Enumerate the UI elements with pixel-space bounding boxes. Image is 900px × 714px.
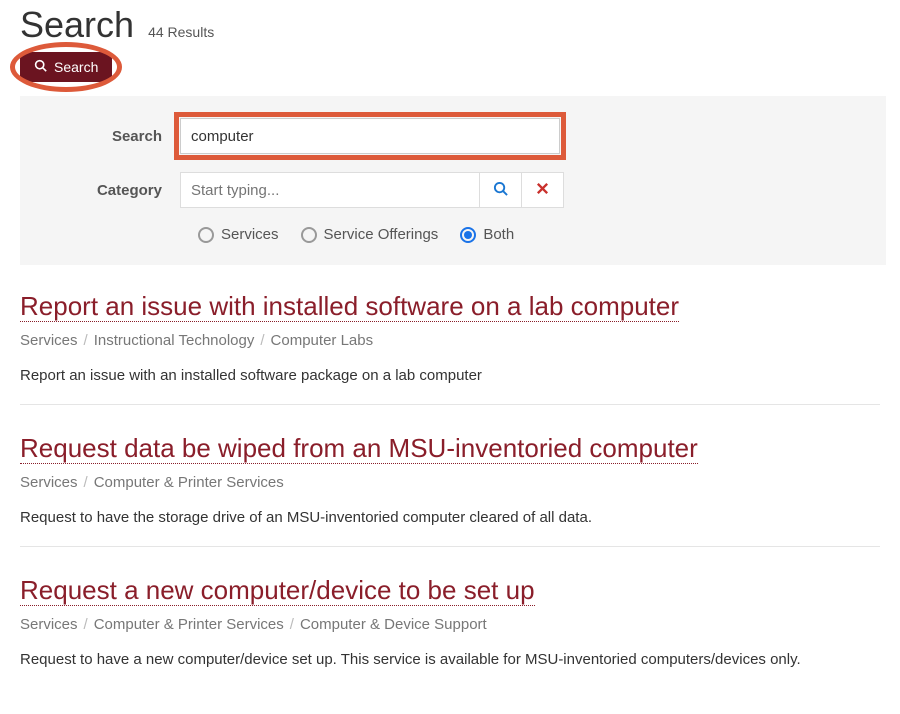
breadcrumb-link[interactable]: Services bbox=[20, 474, 78, 491]
category-clear-button[interactable] bbox=[522, 172, 564, 208]
breadcrumb-link[interactable]: Computer & Printer Services bbox=[94, 474, 284, 491]
radio-service-offerings[interactable]: Service Offerings bbox=[301, 226, 439, 243]
radio-offerings-label: Service Offerings bbox=[324, 226, 439, 243]
result-title-link[interactable]: Request a new computer/device to be set … bbox=[20, 575, 535, 606]
result-item: Report an issue with installed software … bbox=[20, 289, 880, 405]
radio-icon bbox=[460, 227, 476, 243]
page-title: Search bbox=[20, 4, 134, 46]
breadcrumb-separator: / bbox=[84, 332, 88, 349]
filter-panel: Search Category bbox=[20, 96, 886, 265]
breadcrumb-separator: / bbox=[84, 474, 88, 491]
radio-icon bbox=[301, 227, 317, 243]
category-search-button[interactable] bbox=[480, 172, 522, 208]
radio-services[interactable]: Services bbox=[198, 226, 279, 243]
results-list: Report an issue with installed software … bbox=[20, 265, 880, 688]
search-input[interactable] bbox=[180, 118, 560, 154]
breadcrumb-separator: / bbox=[84, 616, 88, 633]
search-icon bbox=[34, 59, 47, 75]
breadcrumb-link[interactable]: Computer & Printer Services bbox=[94, 616, 284, 633]
breadcrumb-link[interactable]: Instructional Technology bbox=[94, 332, 255, 349]
result-title-link[interactable]: Report an issue with installed software … bbox=[20, 291, 679, 322]
results-count: 44 Results bbox=[148, 24, 214, 40]
breadcrumb-link[interactable]: Computer Labs bbox=[271, 332, 374, 349]
search-button[interactable]: Search bbox=[20, 52, 112, 82]
close-icon bbox=[535, 181, 550, 199]
breadcrumb-link[interactable]: Services bbox=[20, 332, 78, 349]
breadcrumb: Services / Computer & Printer Services bbox=[20, 474, 880, 491]
radio-services-label: Services bbox=[221, 226, 279, 243]
radio-both[interactable]: Both bbox=[460, 226, 514, 243]
search-button-label: Search bbox=[54, 59, 98, 75]
radio-both-label: Both bbox=[483, 226, 514, 243]
result-description: Report an issue with an installed softwa… bbox=[20, 367, 880, 384]
breadcrumb-separator: / bbox=[290, 616, 294, 633]
breadcrumb-separator: / bbox=[260, 332, 264, 349]
category-field-label: Category bbox=[40, 182, 180, 199]
radio-icon bbox=[198, 227, 214, 243]
search-field-label: Search bbox=[40, 128, 180, 145]
breadcrumb: Services / Instructional Technology / Comput… bbox=[20, 332, 880, 349]
result-description: Request to have the storage drive of an … bbox=[20, 509, 880, 526]
result-title-link[interactable]: Request data be wiped from an MSU-invent… bbox=[20, 433, 698, 464]
result-item: Request a new computer/device to be set … bbox=[20, 573, 880, 688]
category-input[interactable] bbox=[180, 172, 480, 208]
result-item: Request data be wiped from an MSU-invent… bbox=[20, 431, 880, 547]
breadcrumb: Services / Computer & Printer Services / Com… bbox=[20, 616, 880, 633]
breadcrumb-link[interactable]: Services bbox=[20, 616, 78, 633]
result-description: Request to have a new computer/device se… bbox=[20, 651, 880, 668]
breadcrumb-link[interactable]: Computer & Device Support bbox=[300, 616, 487, 633]
search-icon bbox=[493, 181, 508, 199]
